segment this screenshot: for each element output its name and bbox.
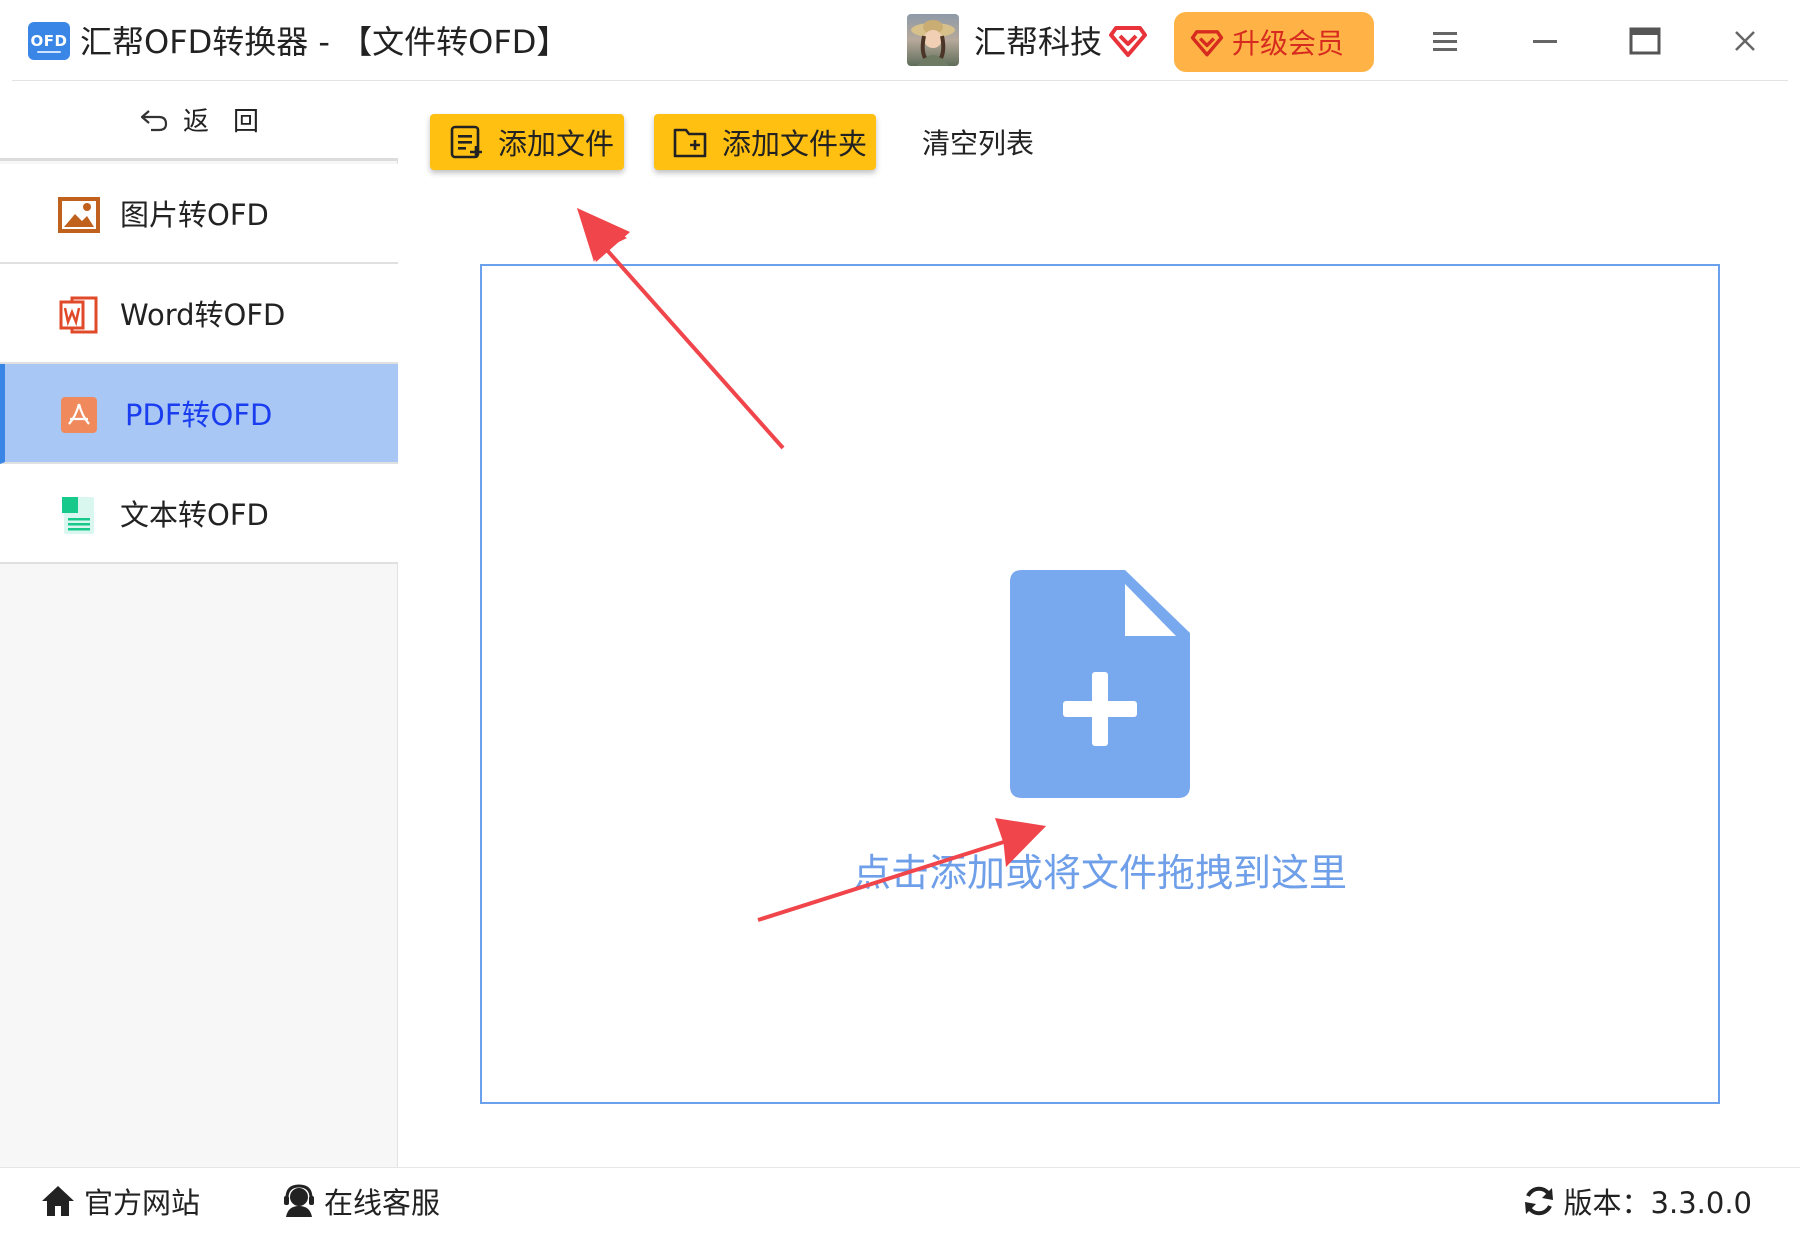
add-folder-button[interactable]: 添加文件夹 [654,114,876,170]
word-icon [59,296,98,334]
window-title: 汇帮OFD转换器 - 【文件转OFD】 [80,23,569,61]
sidebar-item-image-to-ofd[interactable]: 图片转OFD [0,164,398,264]
home-icon [42,1186,74,1216]
user-name: 汇帮科技 [974,23,1103,61]
upgrade-vip-button[interactable]: 升级会员 [1174,12,1374,72]
version-info: 版本：3.3.0.0 [1522,1180,1752,1222]
online-support-label: 在线客服 [324,1186,441,1220]
footer-bar: 官方网站 在线客服 版本：3.3.0.0 [0,1167,1800,1234]
official-website-label: 官方网站 [84,1186,201,1220]
sidebar-item-label: Word转OFD [120,298,286,332]
sidebar-item-label: PDF转OFD [125,398,273,432]
sidebar: 返回 图片转OFD Word转OFD PDF转OFD 文本转OFD [0,81,398,1167]
hamburger-icon [1433,32,1457,51]
online-support-link[interactable]: 在线客服 [282,1180,440,1222]
user-avatar[interactable] [907,14,959,66]
back-label: 返回 [182,107,283,137]
image-icon [58,197,100,233]
vip-diamond-icon [1109,26,1147,57]
add-file-icon [450,125,482,159]
sidebar-item-pdf-to-ofd[interactable]: PDF转OFD [0,364,398,464]
back-button[interactable]: 返回 [0,81,398,161]
add-folder-label: 添加文件夹 [722,127,868,161]
text-file-icon [62,497,94,534]
sidebar-item-label: 图片转OFD [120,198,269,232]
minimize-button[interactable] [1522,18,1568,64]
maximize-button[interactable] [1622,18,1668,64]
add-file-button[interactable]: 添加文件 [430,114,624,170]
sidebar-item-text-to-ofd[interactable]: 文本转OFD [0,464,398,564]
close-icon [1735,31,1755,51]
add-file-label: 添加文件 [498,127,615,161]
close-button[interactable] [1722,18,1768,64]
back-arrow-icon [140,109,168,131]
app-logo: OFD [28,22,70,60]
pdf-icon [61,397,97,433]
official-website-link[interactable]: 官方网站 [40,1180,200,1222]
upgrade-vip-label: 升级会员 [1232,27,1345,60]
clear-list-button[interactable]: 清空列表 [922,122,1034,162]
refresh-icon [1524,1186,1553,1216]
customer-service-icon [284,1184,314,1217]
version-label: 版本：3.3.0.0 [1563,1186,1752,1220]
drop-hint-text: 点击添加或将文件拖拽到这里 [852,851,1347,895]
minimize-icon [1533,40,1557,43]
sidebar-item-word-to-ofd[interactable]: Word转OFD [0,264,398,364]
add-folder-icon [673,128,707,158]
sidebar-item-label: 文本转OFD [120,498,269,532]
title-bar: OFD 汇帮OFD转换器 - 【文件转OFD】 汇帮科技 升级会员 [0,0,1800,80]
diamond-icon [1190,30,1224,57]
add-document-icon[interactable] [1010,570,1190,798]
menu-button[interactable] [1422,18,1468,64]
maximize-icon [1629,27,1661,55]
